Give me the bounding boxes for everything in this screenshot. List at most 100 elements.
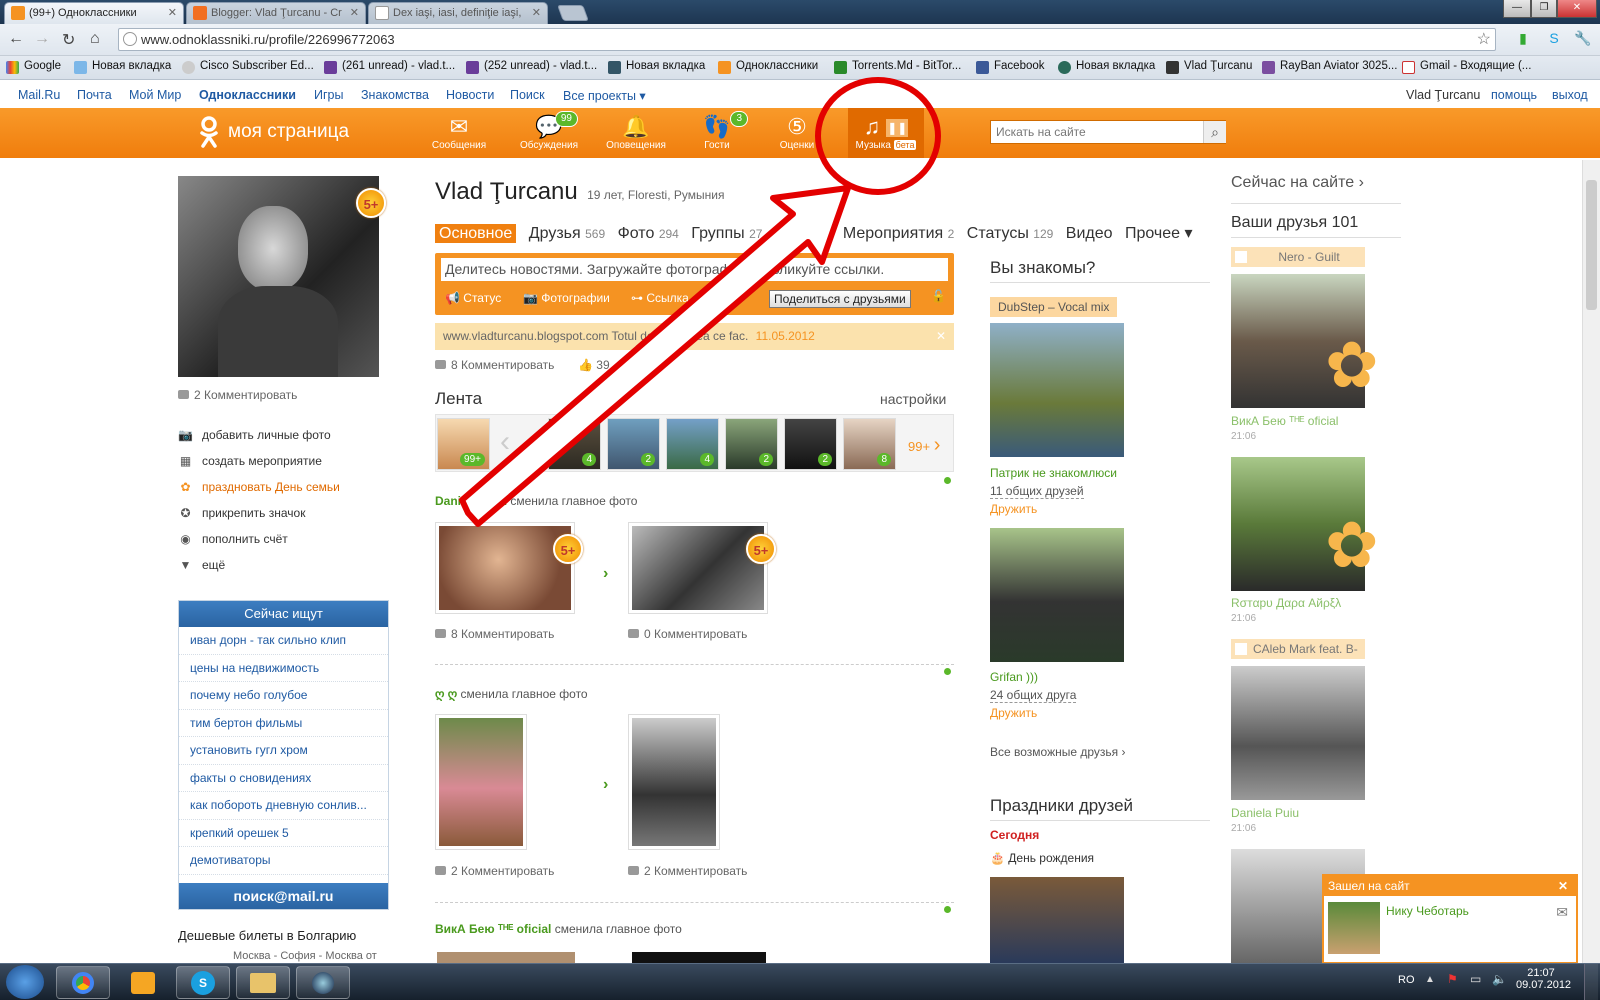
nav-messages[interactable]: ✉ Сообщения [424, 114, 494, 151]
know-music-tag[interactable]: DubStep – Vocal mix [990, 297, 1118, 317]
nav-guests[interactable]: 👣 3 Гости [682, 111, 752, 151]
search-query-link[interactable]: демотиваторы [179, 847, 388, 875]
share-with-friends-button[interactable]: Поделиться с друзьями [769, 290, 911, 308]
close-icon[interactable]: ✕ [532, 3, 541, 23]
friend-music-tag[interactable]: CAleb Mark feat. B- [1231, 639, 1365, 659]
feed-new-photo[interactable] [632, 952, 766, 963]
comment-link[interactable]: 2 Комментировать [435, 864, 554, 878]
search-mail-logo[interactable]: поиск@mail.ru [179, 883, 388, 909]
nav-music[interactable]: ♫ ❚❚ Музыка бета [848, 108, 924, 158]
left-menu-item-create-event[interactable]: ▦ создать мероприятие [178, 454, 322, 468]
flag-icon[interactable]: ⚑ [1447, 972, 1458, 986]
tray-arrow-icon[interactable]: ▲ [1425, 974, 1435, 985]
back-arrow-icon[interactable]: ← [8, 30, 24, 48]
search-query-link[interactable]: цены на недвижимость [179, 655, 388, 682]
portal-link[interactable]: Mail.Ru [18, 88, 60, 102]
network-icon[interactable]: ▭ [1470, 972, 1481, 986]
signal-icon[interactable]: ▮ [1514, 30, 1532, 48]
all-friends-link[interactable]: Все возможные друзья › [990, 745, 1126, 759]
feed-all-thumb[interactable]: 99+ [437, 418, 490, 470]
nav-ratings[interactable]: ⑤ Оценки [762, 114, 832, 151]
bookmark-item[interactable]: Vlad Ţurcanu [1166, 60, 1252, 74]
portal-link-active[interactable]: Одноклассники [199, 88, 296, 102]
feed-friend-thumb[interactable]: 2 [607, 418, 660, 470]
skype-icon[interactable]: S [1545, 30, 1563, 48]
search-query-link[interactable]: иван дорн - так сильно клип [179, 627, 388, 655]
portal-link[interactable]: Игры [314, 88, 343, 102]
scrollbar-thumb[interactable] [1586, 180, 1597, 310]
portal-link[interactable]: Знакомства [361, 88, 429, 102]
feed-old-photo[interactable] [435, 522, 575, 614]
comment-link[interactable]: 2 Комментировать [628, 864, 747, 878]
all-projects-link[interactable]: Все проекты ▾ [563, 88, 646, 103]
window-close-button[interactable]: ✕ [1557, 0, 1597, 18]
new-tab-button[interactable] [557, 5, 589, 21]
envelope-icon[interactable]: ✉ [1556, 904, 1568, 921]
search-query-link[interactable]: факты о сновидениях [179, 765, 388, 792]
bookmark-item[interactable]: Новая вкладка [74, 60, 171, 74]
status-input[interactable]: Делитесь новостями. Загружайте фотографи… [441, 258, 948, 281]
portal-link[interactable]: Поиск [510, 88, 545, 102]
bookmark-item[interactable]: Torrents.Md - BitTor... [834, 60, 961, 74]
feed-user-link[interactable]: Daniela Puiu [435, 494, 507, 508]
start-button[interactable] [6, 965, 44, 999]
popup-avatar[interactable] [1328, 902, 1380, 954]
online-friend-name[interactable]: Rσтαрυ Дαρα Aйρξλ [1231, 596, 1341, 610]
suggested-friend-photo[interactable] [990, 323, 1124, 457]
online-friend-photo[interactable] [1231, 666, 1365, 800]
tab-friends[interactable]: Друзья 569 [529, 225, 605, 242]
feed-user-link[interactable]: ღ ღ [435, 687, 457, 701]
bookmark-item[interactable]: (252 unread) - vlad.t... [466, 60, 597, 74]
logout-link[interactable]: выход [1552, 88, 1588, 102]
popup-user-link[interactable]: Нику Чеботарь [1386, 904, 1469, 918]
taskbar-chrome[interactable] [56, 966, 110, 999]
feed-settings-link[interactable]: настройки [880, 391, 946, 407]
close-icon[interactable]: ✕ [1558, 876, 1568, 896]
forward-arrow-icon[interactable]: → [34, 30, 50, 48]
search-query-link[interactable]: почему небо голубое [179, 682, 388, 710]
page-scrollbar[interactable] [1582, 160, 1600, 963]
portal-link[interactable]: Мой Мир [129, 88, 181, 102]
suggested-friend-name[interactable]: Патрик не знакомлюси [990, 466, 1117, 480]
feed-user-link[interactable]: ВикА Бею ᵀᴴᴱ oficial [435, 922, 551, 936]
wrench-icon[interactable]: 🔧 [1574, 30, 1592, 48]
lock-icon[interactable]: 🔓 [931, 289, 946, 303]
taskbar-skype[interactable]: S [176, 966, 230, 999]
search-icon[interactable]: ⌕ [1203, 121, 1226, 143]
feed-friend-thumb[interactable]: 4 [666, 418, 719, 470]
bookmark-item[interactable]: Новая вкладка [1058, 60, 1155, 74]
chevron-left-icon[interactable]: ‹ [500, 425, 510, 459]
feed-more-link[interactable]: 99+ › [908, 434, 940, 457]
tab-groups[interactable]: Группы 27 [691, 225, 762, 242]
feed-friend-thumb[interactable]: 2 [725, 418, 778, 470]
reload-icon[interactable]: ↻ [62, 30, 75, 50]
tab-odnoklassniki[interactable]: (99+) Одноклассники ✕ [4, 2, 184, 24]
tab-games[interactable]: Игры 51 [775, 225, 831, 242]
show-desktop-button[interactable] [1584, 964, 1598, 1000]
tab-statuses[interactable]: Статусы 129 [967, 225, 1054, 242]
tab-blogger[interactable]: Blogger: Vlad Ţurcanu - Cr ✕ [186, 2, 366, 24]
link-action-button[interactable]: ⊶ Ссылка [631, 291, 689, 305]
taskbar-google-earth[interactable] [296, 966, 350, 999]
comment-link[interactable]: 0 Комментировать [628, 627, 747, 641]
birthday-photo[interactable] [990, 877, 1124, 963]
search-query-link[interactable]: крепкий орешек 5 [179, 820, 388, 847]
feed-old-photo[interactable] [435, 714, 527, 850]
nav-discussions[interactable]: 💬 99 Обсуждения [514, 111, 584, 151]
bookmark-item[interactable]: (261 unread) - vlad.t... [324, 60, 455, 74]
tab-dex[interactable]: Dex iaşi, iasi, definiţie iaşi, ✕ [368, 2, 548, 24]
bookmark-item[interactable]: RayBan Aviator 3025... [1262, 60, 1397, 74]
tab-photos[interactable]: Фото 294 [618, 225, 679, 242]
home-icon[interactable]: ⌂ [90, 30, 100, 48]
add-friend-link[interactable]: Дружить [990, 502, 1037, 516]
suggested-friend-name[interactable]: Grifan ))) [990, 670, 1038, 684]
profile-photo[interactable] [178, 176, 379, 377]
online-friend-name[interactable]: Daniela Puiu [1231, 806, 1299, 820]
portal-link[interactable]: Почта [77, 88, 112, 102]
bookmark-item[interactable]: Одноклассники [718, 60, 818, 74]
help-link[interactable]: помощь [1491, 88, 1537, 102]
portal-link[interactable]: Новости [446, 88, 494, 102]
common-friends-link[interactable]: 24 общих друга [990, 688, 1077, 703]
feed-friend-thumb[interactable]: 2 [784, 418, 837, 470]
ad-title[interactable]: Дешевые билеты в Болгарию [178, 928, 356, 943]
